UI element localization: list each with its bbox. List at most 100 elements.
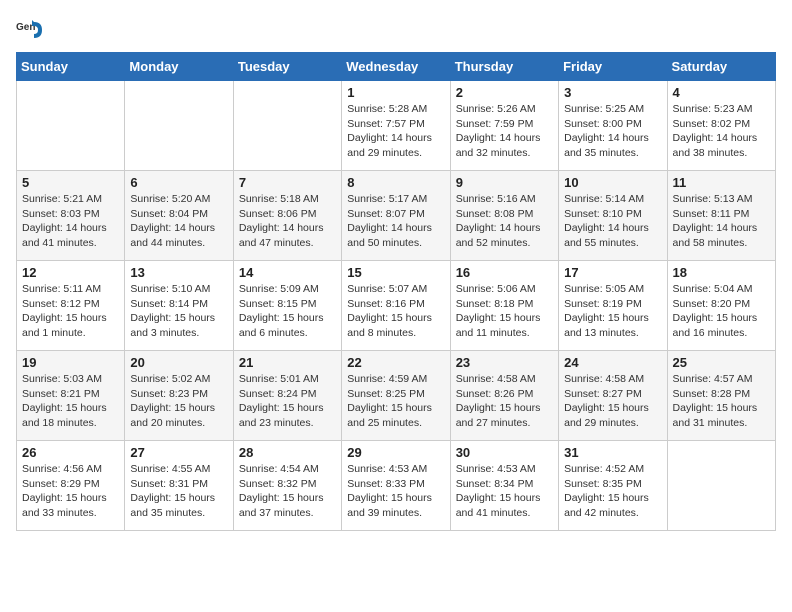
day-number: 27 (130, 445, 227, 460)
calendar-cell: 23 Sunrise: 4:58 AM Sunset: 8:26 PM Dayli… (450, 351, 558, 441)
day-number: 20 (130, 355, 227, 370)
logo-icon: Gen (16, 16, 44, 44)
day-number: 26 (22, 445, 119, 460)
calendar-cell (233, 81, 341, 171)
day-number: 10 (564, 175, 661, 190)
day-info: Sunrise: 5:18 AM Sunset: 8:06 PM Dayligh… (239, 192, 336, 251)
day-number: 28 (239, 445, 336, 460)
day-info: Sunrise: 5:14 AM Sunset: 8:10 PM Dayligh… (564, 192, 661, 251)
calendar-cell: 28Sunrise: 4:54 AM Sunset: 8:32 PM Dayli… (233, 441, 341, 531)
day-info: Sunrise: 4:53 AM Sunset: 8:33 PM Dayligh… (347, 462, 444, 521)
day-header: Monday (125, 53, 233, 81)
day-number: 14 (239, 265, 336, 280)
day-number: 8 (347, 175, 444, 190)
day-number: 18 (673, 265, 770, 280)
day-header: Friday (559, 53, 667, 81)
calendar-cell: 7 Sunrise: 5:18 AM Sunset: 8:06 PM Daylig… (233, 171, 341, 261)
calendar: SundayMondayTuesdayWednesdayThursdayFrid… (16, 52, 776, 531)
calendar-cell: 10 Sunrise: 5:14 AM Sunset: 8:10 PM Dayli… (559, 171, 667, 261)
day-number: 9 (456, 175, 553, 190)
calendar-cell: 9 Sunrise: 5:16 AM Sunset: 8:08 PM Daylig… (450, 171, 558, 261)
day-info: Sunrise: 5:05 AM Sunset: 8:19 PM Dayligh… (564, 282, 661, 341)
day-info: Sunrise: 5:10 AM Sunset: 8:14 PM Dayligh… (130, 282, 227, 341)
calendar-cell (17, 81, 125, 171)
week-row: 26 Sunrise: 4:56 AM Sunset: 8:29 PM Dayli… (17, 441, 776, 531)
day-header: Wednesday (342, 53, 450, 81)
calendar-cell: 6 Sunrise: 5:20 AM Sunset: 8:04 PM Daylig… (125, 171, 233, 261)
calendar-cell: 3 Sunrise: 5:25 AM Sunset: 8:00 PM Daylig… (559, 81, 667, 171)
day-info: Sunrise: 5:17 AM Sunset: 8:07 PM Dayligh… (347, 192, 444, 251)
day-number: 22 (347, 355, 444, 370)
calendar-cell: 4Sunrise: 5:23 AM Sunset: 8:02 PM Daylig… (667, 81, 775, 171)
day-number: 31 (564, 445, 661, 460)
week-row: 5 Sunrise: 5:21 AM Sunset: 8:03 PM Daylig… (17, 171, 776, 261)
day-info: Sunrise: 5:21 AM Sunset: 8:03 PM Dayligh… (22, 192, 119, 251)
day-number: 23 (456, 355, 553, 370)
calendar-cell: 8 Sunrise: 5:17 AM Sunset: 8:07 PM Daylig… (342, 171, 450, 261)
header: Gen (16, 16, 776, 44)
calendar-cell: 15 Sunrise: 5:07 AM Sunset: 8:16 PM Dayli… (342, 261, 450, 351)
day-info: Sunrise: 5:20 AM Sunset: 8:04 PM Dayligh… (130, 192, 227, 251)
day-info: Sunrise: 5:02 AM Sunset: 8:23 PM Dayligh… (130, 372, 227, 431)
day-info: Sunrise: 4:59 AM Sunset: 8:25 PM Dayligh… (347, 372, 444, 431)
day-number: 25 (673, 355, 770, 370)
day-number: 7 (239, 175, 336, 190)
calendar-cell: 12Sunrise: 5:11 AM Sunset: 8:12 PM Dayli… (17, 261, 125, 351)
calendar-cell: 18 Sunrise: 5:04 AM Sunset: 8:20 PM Dayli… (667, 261, 775, 351)
day-info: Sunrise: 4:55 AM Sunset: 8:31 PM Dayligh… (130, 462, 227, 521)
day-number: 5 (22, 175, 119, 190)
day-header: Sunday (17, 53, 125, 81)
day-number: 15 (347, 265, 444, 280)
day-info: Sunrise: 5:25 AM Sunset: 8:00 PM Dayligh… (564, 102, 661, 161)
calendar-cell: 19 Sunrise: 5:03 AM Sunset: 8:21 PM Dayli… (17, 351, 125, 441)
week-row: 19 Sunrise: 5:03 AM Sunset: 8:21 PM Dayli… (17, 351, 776, 441)
logo: Gen (16, 16, 48, 44)
calendar-cell (125, 81, 233, 171)
day-info: Sunrise: 5:16 AM Sunset: 8:08 PM Dayligh… (456, 192, 553, 251)
calendar-cell: 26 Sunrise: 4:56 AM Sunset: 8:29 PM Dayli… (17, 441, 125, 531)
calendar-cell: 29Sunrise: 4:53 AM Sunset: 8:33 PM Dayli… (342, 441, 450, 531)
day-info: Sunrise: 4:53 AM Sunset: 8:34 PM Dayligh… (456, 462, 553, 521)
day-info: Sunrise: 5:09 AM Sunset: 8:15 PM Dayligh… (239, 282, 336, 341)
calendar-cell: 17 Sunrise: 5:05 AM Sunset: 8:19 PM Dayli… (559, 261, 667, 351)
day-number: 19 (22, 355, 119, 370)
calendar-cell: 24 Sunrise: 4:58 AM Sunset: 8:27 PM Dayli… (559, 351, 667, 441)
day-info: Sunrise: 5:01 AM Sunset: 8:24 PM Dayligh… (239, 372, 336, 431)
calendar-cell: 11 Sunrise: 5:13 AM Sunset: 8:11 PM Dayli… (667, 171, 775, 261)
day-number: 3 (564, 85, 661, 100)
calendar-cell: 20 Sunrise: 5:02 AM Sunset: 8:23 PM Dayli… (125, 351, 233, 441)
day-number: 17 (564, 265, 661, 280)
day-info: Sunrise: 5:04 AM Sunset: 8:20 PM Dayligh… (673, 282, 770, 341)
calendar-cell: 16 Sunrise: 5:06 AM Sunset: 8:18 PM Dayli… (450, 261, 558, 351)
day-number: 11 (673, 175, 770, 190)
calendar-cell: 27 Sunrise: 4:55 AM Sunset: 8:31 PM Dayli… (125, 441, 233, 531)
week-row: 12Sunrise: 5:11 AM Sunset: 8:12 PM Dayli… (17, 261, 776, 351)
day-info: Sunrise: 5:07 AM Sunset: 8:16 PM Dayligh… (347, 282, 444, 341)
calendar-cell (667, 441, 775, 531)
calendar-cell: 14 Sunrise: 5:09 AM Sunset: 8:15 PM Dayli… (233, 261, 341, 351)
day-info: Sunrise: 4:58 AM Sunset: 8:26 PM Dayligh… (456, 372, 553, 431)
calendar-cell: 21Sunrise: 5:01 AM Sunset: 8:24 PM Dayli… (233, 351, 341, 441)
day-header: Saturday (667, 53, 775, 81)
day-number: 16 (456, 265, 553, 280)
day-info: Sunrise: 4:58 AM Sunset: 8:27 PM Dayligh… (564, 372, 661, 431)
day-header: Tuesday (233, 53, 341, 81)
calendar-cell: 5 Sunrise: 5:21 AM Sunset: 8:03 PM Daylig… (17, 171, 125, 261)
header-row: SundayMondayTuesdayWednesdayThursdayFrid… (17, 53, 776, 81)
day-number: 6 (130, 175, 227, 190)
day-info: Sunrise: 5:23 AM Sunset: 8:02 PM Dayligh… (673, 102, 770, 161)
day-info: Sunrise: 4:52 AM Sunset: 8:35 PM Dayligh… (564, 462, 661, 521)
day-info: Sunrise: 5:03 AM Sunset: 8:21 PM Dayligh… (22, 372, 119, 431)
day-info: Sunrise: 4:57 AM Sunset: 8:28 PM Dayligh… (673, 372, 770, 431)
day-info: Sunrise: 5:06 AM Sunset: 8:18 PM Dayligh… (456, 282, 553, 341)
day-number: 2 (456, 85, 553, 100)
day-info: Sunrise: 4:56 AM Sunset: 8:29 PM Dayligh… (22, 462, 119, 521)
calendar-cell: 22 Sunrise: 4:59 AM Sunset: 8:25 PM Dayli… (342, 351, 450, 441)
day-number: 24 (564, 355, 661, 370)
day-info: Sunrise: 5:13 AM Sunset: 8:11 PM Dayligh… (673, 192, 770, 251)
calendar-cell: 13Sunrise: 5:10 AM Sunset: 8:14 PM Dayli… (125, 261, 233, 351)
day-info: Sunrise: 5:26 AM Sunset: 7:59 PM Dayligh… (456, 102, 553, 161)
calendar-cell: 25 Sunrise: 4:57 AM Sunset: 8:28 PM Dayli… (667, 351, 775, 441)
calendar-cell: 31 Sunrise: 4:52 AM Sunset: 8:35 PM Dayli… (559, 441, 667, 531)
day-info: Sunrise: 5:28 AM Sunset: 7:57 PM Dayligh… (347, 102, 444, 161)
